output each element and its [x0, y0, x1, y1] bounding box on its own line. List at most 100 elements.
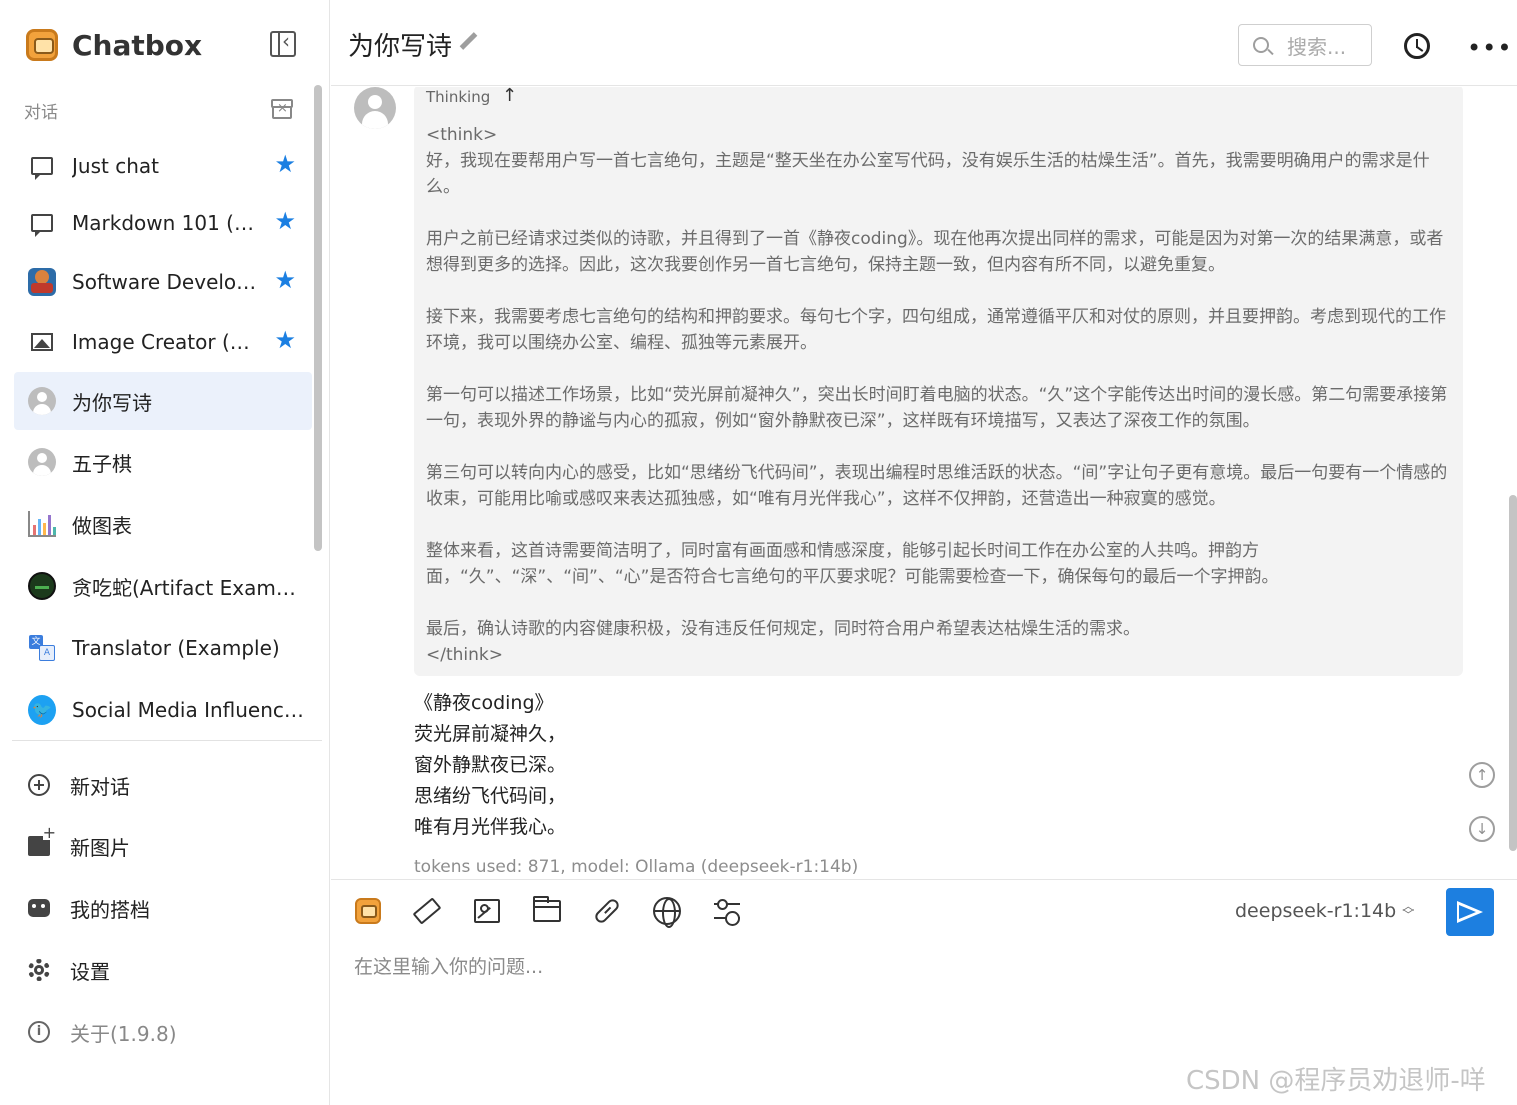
search-button[interactable]: 搜索... — [1238, 24, 1372, 66]
model-selector[interactable]: deepseek-r1:14b ︿ ﹀ — [1235, 900, 1414, 922]
poem-line: 荧光屏前凝神久， — [414, 723, 567, 745]
poem-line: 唯有月光伴我心。 — [414, 816, 567, 838]
conversation-item[interactable]: Software Develop… ★ — [14, 253, 312, 311]
think-paragraph: 整体来看，这首诗需要简洁明了，同时富有画面感和情感深度，能够引起长时间工作在办公… — [426, 541, 1279, 587]
edit-pencil-icon[interactable] — [459, 33, 479, 53]
divider — [12, 740, 322, 741]
folder-icon — [533, 896, 561, 922]
gear-icon — [28, 959, 50, 981]
settings-button[interactable]: 设置 — [28, 950, 110, 990]
search-placeholder: 搜索... — [1287, 34, 1347, 59]
chart-icon — [28, 511, 56, 537]
attach-file-button[interactable] — [532, 896, 562, 926]
sidebar-scrollbar[interactable] — [314, 85, 322, 551]
chat-title: 为你写诗 — [348, 32, 453, 62]
conversation-item[interactable]: 五子棋 — [14, 433, 312, 491]
conversation-item[interactable]: Just chat ★ — [14, 137, 312, 195]
thinking-block: Thinking ↑ <think> 好，我现在要帮用户写一首七言绝句，主题是“… — [414, 87, 1463, 676]
poem-line: 窗外静默夜已深。 — [414, 754, 567, 776]
star-icon[interactable]: ★ — [274, 328, 296, 352]
search-icon — [1253, 37, 1269, 53]
my-partners-button[interactable]: 我的搭档 — [28, 888, 150, 928]
thinking-content: <think> 好，我现在要帮用户写一首七言绝句，主题是“整天坐在办公室写代码，… — [426, 122, 1456, 668]
assistant-avatar-icon — [354, 87, 396, 129]
think-paragraph: 好，我现在要帮用户写一首七言绝句，主题是“整天坐在办公室写代码，没有娱乐生活的枯… — [426, 151, 1430, 197]
conversation-label: Translator (Example) — [72, 636, 280, 660]
link-icon — [592, 896, 622, 926]
think-paragraph: 最后，确认诗歌的内容健康积极，没有违反任何规定，同时符合用户希望表达枯燥生活的需… — [426, 619, 1140, 639]
star-icon[interactable]: ★ — [274, 268, 296, 292]
think-paragraph: 接下来，我需要考虑七言绝句的结构和押韵要求。每句七个字，四句组成，通常遵循平仄和… — [426, 307, 1446, 353]
think-paragraph: 第三句可以转向内心的感受，比如“思绪纷飞代码间”，表现出编程时思维活跃的状态。“… — [426, 463, 1448, 509]
tokens-info: tokens used: 871, model: Ollama (deepsee… — [414, 857, 859, 877]
history-icon[interactable] — [1404, 33, 1430, 59]
more-options-icon[interactable]: ••• — [1467, 34, 1512, 62]
clear-conversations-icon[interactable] — [271, 99, 293, 119]
message-list: Thinking ↑ <think> 好，我现在要帮用户写一首七言绝句，主题是“… — [331, 87, 1517, 878]
image-icon — [474, 899, 500, 923]
user-avatar-icon — [28, 387, 56, 415]
think-paragraph: 用户之前已经请求过类似的诗歌，并且得到了一首《静夜coding》。现在他再次提出… — [426, 229, 1444, 275]
chat-settings-button[interactable] — [712, 896, 742, 926]
watermark: CSDN @程序员劝退师-咩 — [1186, 1066, 1486, 1096]
conversation-item-active[interactable]: 为你写诗 — [14, 372, 312, 430]
snake-icon — [28, 572, 56, 600]
assistant-reply: 《静夜coding》 荧光屏前凝神久， 窗外静默夜已深。 思绪纷飞代码间， 唯有… — [414, 688, 566, 843]
collapse-sidebar-icon[interactable] — [270, 29, 296, 57]
web-search-button[interactable] — [652, 896, 682, 928]
chatbox-toolbar-button[interactable] — [353, 896, 383, 926]
scroll-to-top-icon[interactable]: ↑ — [1469, 762, 1495, 788]
conversation-item[interactable]: Translator (Example) — [14, 619, 312, 677]
globe-icon — [653, 897, 681, 928]
poem-title: 《静夜coding》 — [414, 692, 554, 714]
attach-image-button[interactable] — [472, 896, 502, 926]
collapse-arrow-up-icon[interactable]: ↑ — [502, 87, 517, 106]
conversation-item[interactable]: Image Creator (E… ★ — [14, 313, 312, 371]
conversation-label: 贪吃蛇(Artifact Example) — [72, 575, 308, 600]
star-icon[interactable]: ★ — [274, 209, 296, 233]
messages-scrollbar[interactable] — [1509, 495, 1517, 851]
star-icon[interactable]: ★ — [274, 152, 296, 176]
conversation-label: Just chat — [72, 154, 159, 178]
new-image-label: 新图片 — [70, 835, 130, 860]
new-image-button[interactable]: 新图片 — [28, 826, 130, 866]
new-chat-button[interactable]: 新对话 — [28, 765, 130, 805]
attach-link-button[interactable] — [592, 896, 622, 926]
send-icon — [1457, 901, 1483, 923]
clear-context-button[interactable] — [412, 896, 442, 926]
thinking-label: Thinking — [426, 88, 491, 106]
conversation-label: Image Creator (E… — [72, 330, 258, 354]
conversation-item[interactable]: Markdown 101 (E… ★ — [14, 194, 312, 252]
add-image-icon — [28, 826, 56, 856]
chatbox-icon — [355, 898, 381, 924]
info-icon: i — [28, 1021, 50, 1043]
robot-icon — [28, 899, 50, 917]
think-line: </think> — [426, 645, 503, 665]
conversation-item[interactable]: 做图表 — [14, 495, 312, 553]
conversation-label: 为你写诗 — [72, 390, 152, 415]
settings-label: 设置 — [70, 959, 110, 984]
think-line: <think> — [426, 125, 498, 145]
chatbox-logo-icon — [26, 29, 58, 61]
send-button[interactable] — [1446, 888, 1494, 936]
twitter-icon: 🐦 — [28, 695, 56, 725]
brand: Chatbox — [26, 28, 202, 62]
about-button[interactable]: i 关于(1.9.8) — [28, 1012, 177, 1052]
conversation-label: Markdown 101 (E… — [72, 211, 258, 235]
chat-bubble-icon — [31, 157, 53, 180]
eraser-icon — [412, 897, 442, 925]
conversation-item[interactable]: 🐦 Social Media Influence… — [14, 681, 312, 739]
think-paragraph: 第一句可以描述工作场景，比如“荧光屏前凝神久”，突出长时间盯着电脑的状态。“久”… — [426, 385, 1448, 431]
conversation-item[interactable]: 贪吃蛇(Artifact Example) — [14, 557, 312, 615]
scroll-to-bottom-icon[interactable]: ↓ — [1469, 816, 1495, 842]
section-label: 对话 — [24, 103, 58, 123]
app-name: Chatbox — [72, 28, 203, 62]
conversation-label: 五子棋 — [72, 451, 132, 476]
conversation-label: Social Media Influence… — [72, 698, 308, 722]
conversation-label: Software Develop… — [72, 270, 258, 294]
sidebar: Chatbox 对话 Just chat ★ Markdown 101 (E… … — [0, 0, 330, 1105]
my-partners-label: 我的搭档 — [70, 897, 150, 922]
message-input[interactable] — [354, 952, 1484, 1072]
chat-bubble-icon — [31, 214, 53, 237]
new-chat-label: 新对话 — [70, 774, 130, 799]
